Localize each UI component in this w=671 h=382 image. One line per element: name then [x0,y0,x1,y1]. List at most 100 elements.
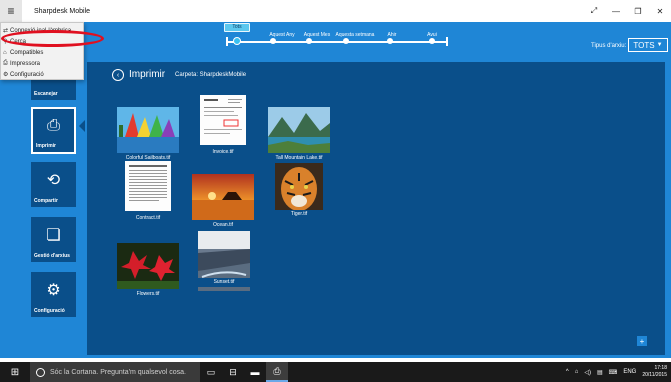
store-icon[interactable]: ⊟ [222,362,244,382]
timeline-label-year[interactable]: Aquest Any [269,32,294,38]
clock-time: 17:18 [654,365,667,371]
share-icon: ⟲ [46,172,61,189]
timeline-tag[interactable]: Tots [224,23,250,32]
clock[interactable]: 17:18 20/11/2015 [642,365,667,379]
explorer-icon[interactable]: ▬ [244,362,266,382]
file-tile[interactable]: Sunset.tif [198,231,260,291]
file-thumbnail [117,243,179,289]
close-icon[interactable]: ✕ [649,0,671,22]
hamburger-icon[interactable]: ≡ [0,0,22,22]
timeline-end-cap [446,37,448,46]
maximize-icon[interactable]: ❐ [627,0,649,22]
minimize-icon[interactable]: — [605,0,627,22]
scroll-strip [665,62,671,358]
file-thumbnail [192,174,254,220]
file-type-dropdown[interactable]: TOTS ▼ [628,38,668,52]
file-name: Tall Mountain Lake.tif [268,154,330,163]
file-thumbnail [200,95,246,145]
file-name: Contract.tif [117,214,179,223]
keyboard-icon[interactable]: ⌨ [609,369,618,376]
volume-icon[interactable]: ◁) [584,369,591,376]
timeline-point[interactable] [387,38,393,44]
app-title: Sharpdesk Mobile [34,7,91,15]
file-tile[interactable]: Contract.tif [117,161,179,223]
sidebar-item-label: Compartir [34,198,58,204]
expand-icon[interactable]: ⤢ [583,0,605,22]
clock-date: 20/11/2015 [642,372,667,378]
app-window: ≡ Sharpdesk Mobile ⤢ — ❐ ✕ Tots Aquest A… [0,0,671,382]
menu-item-settings[interactable]: ⚙ Configuració [1,69,83,80]
sidebar-item-share[interactable]: ⟲ Compartir [31,162,76,207]
connect-icon: ⇄ [3,28,9,34]
timeline-point[interactable] [343,38,349,44]
file-thumbnail [268,107,330,153]
sidebar-item-label: Escanejar [34,91,58,97]
language-indicator[interactable]: ENG [623,369,636,375]
menu-item-printer[interactable]: ⎙ Impressora [1,58,83,69]
window-controls: ⤢ — ❐ ✕ [583,0,671,22]
file-thumbnail [125,161,171,211]
file-type-value: TOTS [633,40,655,50]
file-name: Invoice.tif [192,148,254,157]
timeline-line [227,41,447,43]
menu-item-label: Impressora [10,60,41,67]
sidebar-item-label: Configuració [34,308,65,314]
header-bar: Tots Aquest Any Aquest Mes Aquesta setma… [0,22,671,62]
files-icon: ❏ [46,227,61,244]
highlight-annotation [1,30,104,47]
page-title: Imprimir [129,69,166,80]
title-bar: ≡ Sharpdesk Mobile ⤢ — ❐ ✕ [0,0,671,22]
sharpdesk-taskbar-icon[interactable]: ⎙ [266,362,288,382]
compatibility-icon: ⌂ [3,49,7,56]
file-name: Flowers.tif [117,290,179,299]
cortana-icon [36,367,45,377]
cortana-search[interactable]: Sóc la Cortana. Pregunta'm qualsevol cos… [30,362,200,382]
timeline-start-cap [226,37,228,46]
add-button[interactable]: + [637,336,647,346]
timeline-label-yesterday[interactable]: Ahir [388,32,397,38]
file-tile[interactable]: Tall Mountain Lake.tif [268,107,330,163]
timeline-point[interactable] [306,38,312,44]
timeline-point[interactable] [270,38,276,44]
timeline-handle[interactable] [233,37,241,45]
active-pointer [79,120,85,132]
taskbar: ⊞ Sóc la Cortana. Pregunta'm qualsevol c… [0,362,671,382]
menu-item-label: Compatibles [10,49,44,56]
chevron-down-icon: ▼ [656,42,663,48]
gear-icon: ⚙ [46,282,61,299]
task-view-icon[interactable]: ▭ [200,362,222,382]
network-icon[interactable]: ⌂ [575,369,579,375]
file-tile[interactable]: Tiger.tif [275,163,337,219]
file-tile[interactable]: Flowers.tif [117,243,179,299]
print-icon: ⎙ [47,117,60,134]
menu-item-label: Configuració [10,71,44,78]
file-thumbnail [117,107,179,153]
file-name: Tiger.tif [275,210,323,219]
main-bottom-bar [87,355,671,358]
back-arrow-icon[interactable]: ‹ [112,69,124,81]
sidebar-item-print[interactable]: ⎙ Imprimir [31,107,76,154]
timeline-label-month[interactable]: Aquest Mes [304,32,330,38]
cortana-placeholder: Sóc la Cortana. Pregunta'm qualsevol cos… [50,368,186,376]
timeline-label-today[interactable]: Avui [427,32,437,38]
file-tile[interactable]: Ocean.tif [192,174,254,230]
folder-path: Carpeta: SharpdeskMobile [175,72,247,78]
printer-icon: ⎙ [3,60,8,66]
sidebar-item-label: Gestió d'arxius [34,253,70,259]
file-name: Sunset.tif [198,278,250,287]
sidebar-item-settings[interactable]: ⚙ Configuració [31,272,76,317]
menu-item-compatible[interactable]: ⌂ Compatibles [1,47,83,58]
sidebar-item-label: Imprimir [36,143,57,149]
file-name: Ocean.tif [192,221,254,230]
file-tile[interactable]: Invoice.tif [192,95,254,157]
notifications-icon[interactable]: ▤ [597,369,603,376]
timeline-point[interactable] [429,38,435,44]
windows-start-icon[interactable]: ⊞ [0,362,30,382]
date-timeline[interactable]: Tots Aquest Any Aquest Mes Aquesta setma… [222,23,452,48]
gear-icon: ⚙ [3,72,9,78]
file-tile[interactable]: Colorful Sailboats.tif [117,107,179,163]
sidebar-item-file-management[interactable]: ❏ Gestió d'arxius [31,217,76,262]
timeline-label-week[interactable]: Aquesta setmana [336,32,375,38]
file-type-label: Tipus d'arxiu: [591,43,627,49]
chevron-up-icon[interactable]: ^ [566,369,569,375]
